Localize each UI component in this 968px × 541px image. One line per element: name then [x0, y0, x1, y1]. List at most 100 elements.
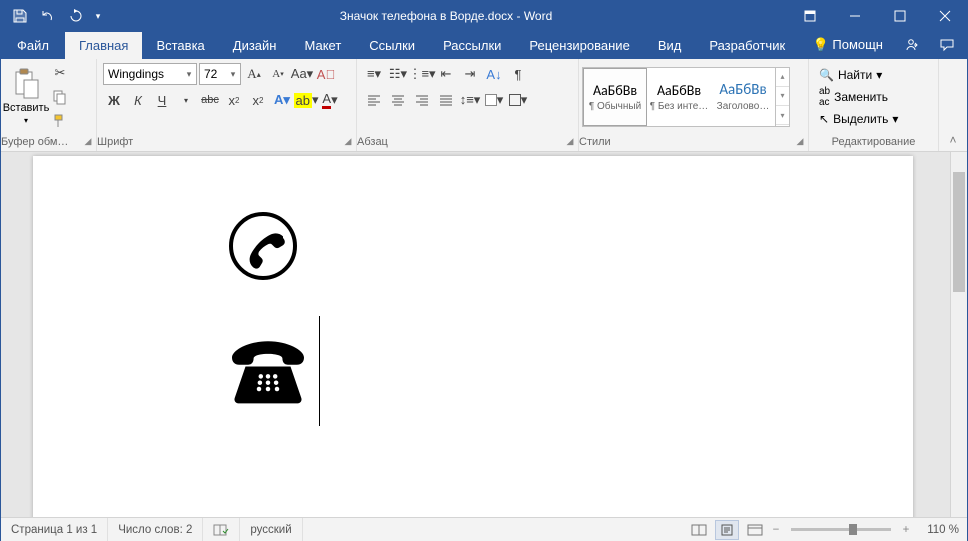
tab-insert[interactable]: Вставка: [142, 32, 218, 59]
paste-label: Вставить: [3, 102, 50, 114]
qat-customize-button[interactable]: ▾: [91, 4, 105, 28]
sort-button[interactable]: A↓: [483, 63, 505, 85]
inc-indent-button[interactable]: ⇥: [459, 63, 481, 85]
font-group-label: Шрифт: [97, 136, 133, 148]
text-cursor: [319, 316, 320, 426]
font-name-combo[interactable]: ▾: [103, 63, 197, 85]
tab-file[interactable]: Файл: [1, 32, 65, 59]
view-print-button[interactable]: [715, 520, 739, 540]
text-effects-button[interactable]: A▾: [271, 89, 293, 111]
zoom-level[interactable]: 110 %: [915, 524, 959, 536]
cut-button[interactable]: ✂: [49, 62, 71, 84]
show-marks-button[interactable]: ¶: [507, 63, 529, 85]
glyph-phone-classic: [223, 316, 913, 426]
bold-button[interactable]: Ж: [103, 89, 125, 111]
dec-indent-button[interactable]: ⇤: [435, 63, 457, 85]
ribbon: Вставить ▾ ✂ Буфер обм… ◢ ▾: [1, 59, 967, 152]
numbering-button[interactable]: ☷▾: [387, 63, 409, 85]
glyph-phone-ring: [223, 206, 913, 286]
styles-down[interactable]: ▾: [776, 87, 789, 106]
bullets-button[interactable]: ≡▾: [363, 63, 385, 85]
tab-mailings[interactable]: Рассылки: [429, 32, 515, 59]
ribbon-options-button[interactable]: [787, 1, 832, 31]
style-nospacing[interactable]: АаБбВв ¶ Без инте…: [647, 68, 711, 126]
vertical-scrollbar[interactable]: [950, 152, 967, 517]
align-left-button[interactable]: [363, 89, 385, 111]
page-scroll[interactable]: [1, 152, 950, 517]
status-page[interactable]: Страница 1 из 1: [1, 518, 108, 541]
collapse-ribbon-button[interactable]: ˄: [939, 59, 967, 151]
find-button[interactable]: 🔍 Найти ▾: [815, 65, 902, 85]
borders-button[interactable]: ▾: [507, 89, 529, 111]
justify-button[interactable]: [435, 89, 457, 111]
window-title: Значок телефона в Ворде.docx - Word: [105, 9, 787, 23]
maximize-button[interactable]: [877, 1, 922, 31]
tab-view[interactable]: Вид: [644, 32, 696, 59]
style-heading1[interactable]: АаБбВв Заголово…: [711, 68, 775, 126]
tab-references[interactable]: Ссылки: [355, 32, 429, 59]
ribbon-tabs: Файл Главная Вставка Дизайн Макет Ссылки…: [1, 31, 967, 59]
paste-button[interactable]: Вставить ▾: [5, 64, 47, 130]
select-button[interactable]: ↖ Выделить ▾: [815, 109, 902, 129]
title-bar: ▾ Значок телефона в Ворде.docx - Word: [1, 1, 967, 31]
zoom-slider[interactable]: [791, 528, 891, 531]
editing-group-label: Редактирование: [832, 136, 916, 148]
font-size-input[interactable]: [200, 67, 226, 81]
clear-format-button[interactable]: A⃠: [315, 63, 337, 85]
save-button[interactable]: [7, 4, 33, 28]
zoom-out-button[interactable]: −: [771, 524, 781, 536]
font-name-input[interactable]: [104, 67, 182, 81]
copy-button[interactable]: [49, 86, 71, 108]
status-bar: Страница 1 из 1 Число слов: 2 русский − …: [1, 517, 967, 541]
styles-up[interactable]: ▴: [776, 68, 789, 87]
view-web-button[interactable]: [743, 520, 767, 540]
underline-button[interactable]: Ч: [151, 89, 173, 111]
align-center-button[interactable]: [387, 89, 409, 111]
status-language[interactable]: русский: [240, 518, 302, 541]
strike-button[interactable]: abc: [199, 89, 221, 111]
style-normal[interactable]: АаБбВв ¶ Обычный: [583, 68, 647, 126]
clipboard-group-label: Буфер обм…: [1, 136, 68, 148]
grow-font-button[interactable]: A▴: [243, 63, 265, 85]
change-case-button[interactable]: Aa▾: [291, 63, 313, 85]
close-button[interactable]: [922, 1, 967, 31]
shrink-font-button[interactable]: A▾: [267, 63, 289, 85]
tab-developer[interactable]: Разработчик: [695, 32, 799, 59]
paragraph-launcher[interactable]: ◢: [566, 136, 578, 148]
minimize-button[interactable]: [832, 1, 877, 31]
superscript-button[interactable]: x2: [247, 89, 269, 111]
status-proofing[interactable]: [203, 518, 240, 541]
styles-more[interactable]: ▾: [776, 106, 789, 125]
view-read-button[interactable]: [687, 520, 711, 540]
replace-button[interactable]: abac Заменить: [815, 87, 902, 107]
tab-review[interactable]: Рецензирование: [515, 32, 643, 59]
font-launcher[interactable]: ◢: [344, 136, 356, 148]
tell-me[interactable]: 💡 Помощн: [805, 31, 891, 59]
comments-button[interactable]: [931, 31, 963, 59]
page[interactable]: [33, 156, 913, 517]
format-painter-button[interactable]: [49, 110, 71, 132]
highlight-button[interactable]: ab▾: [295, 89, 317, 111]
font-color-button[interactable]: A▾: [319, 89, 341, 111]
align-right-button[interactable]: [411, 89, 433, 111]
shading-button[interactable]: ▾: [483, 89, 505, 111]
share-button[interactable]: [895, 31, 927, 59]
italic-button[interactable]: К: [127, 89, 149, 111]
tab-home[interactable]: Главная: [65, 32, 142, 59]
tab-design[interactable]: Дизайн: [219, 32, 291, 59]
line-spacing-button[interactable]: ↕≡▾: [459, 89, 481, 111]
styles-gallery[interactable]: АаБбВв ¶ Обычный АаБбВв ¶ Без инте… АаБб…: [582, 67, 790, 127]
styles-launcher[interactable]: ◢: [796, 136, 808, 148]
subscript-button[interactable]: x2: [223, 89, 245, 111]
zoom-in-button[interactable]: +: [901, 524, 911, 536]
font-size-combo[interactable]: ▾: [199, 63, 241, 85]
undo-button[interactable]: [35, 4, 61, 28]
styles-group-label: Стили: [579, 136, 611, 148]
scroll-thumb[interactable]: [953, 172, 965, 292]
redo-button[interactable]: [63, 4, 89, 28]
status-words[interactable]: Число слов: 2: [108, 518, 203, 541]
clipboard-launcher[interactable]: ◢: [84, 136, 96, 148]
multilist-button[interactable]: ⋮≡▾: [411, 63, 433, 85]
tab-layout[interactable]: Макет: [290, 32, 355, 59]
tell-me-label: Помощн: [832, 37, 883, 52]
